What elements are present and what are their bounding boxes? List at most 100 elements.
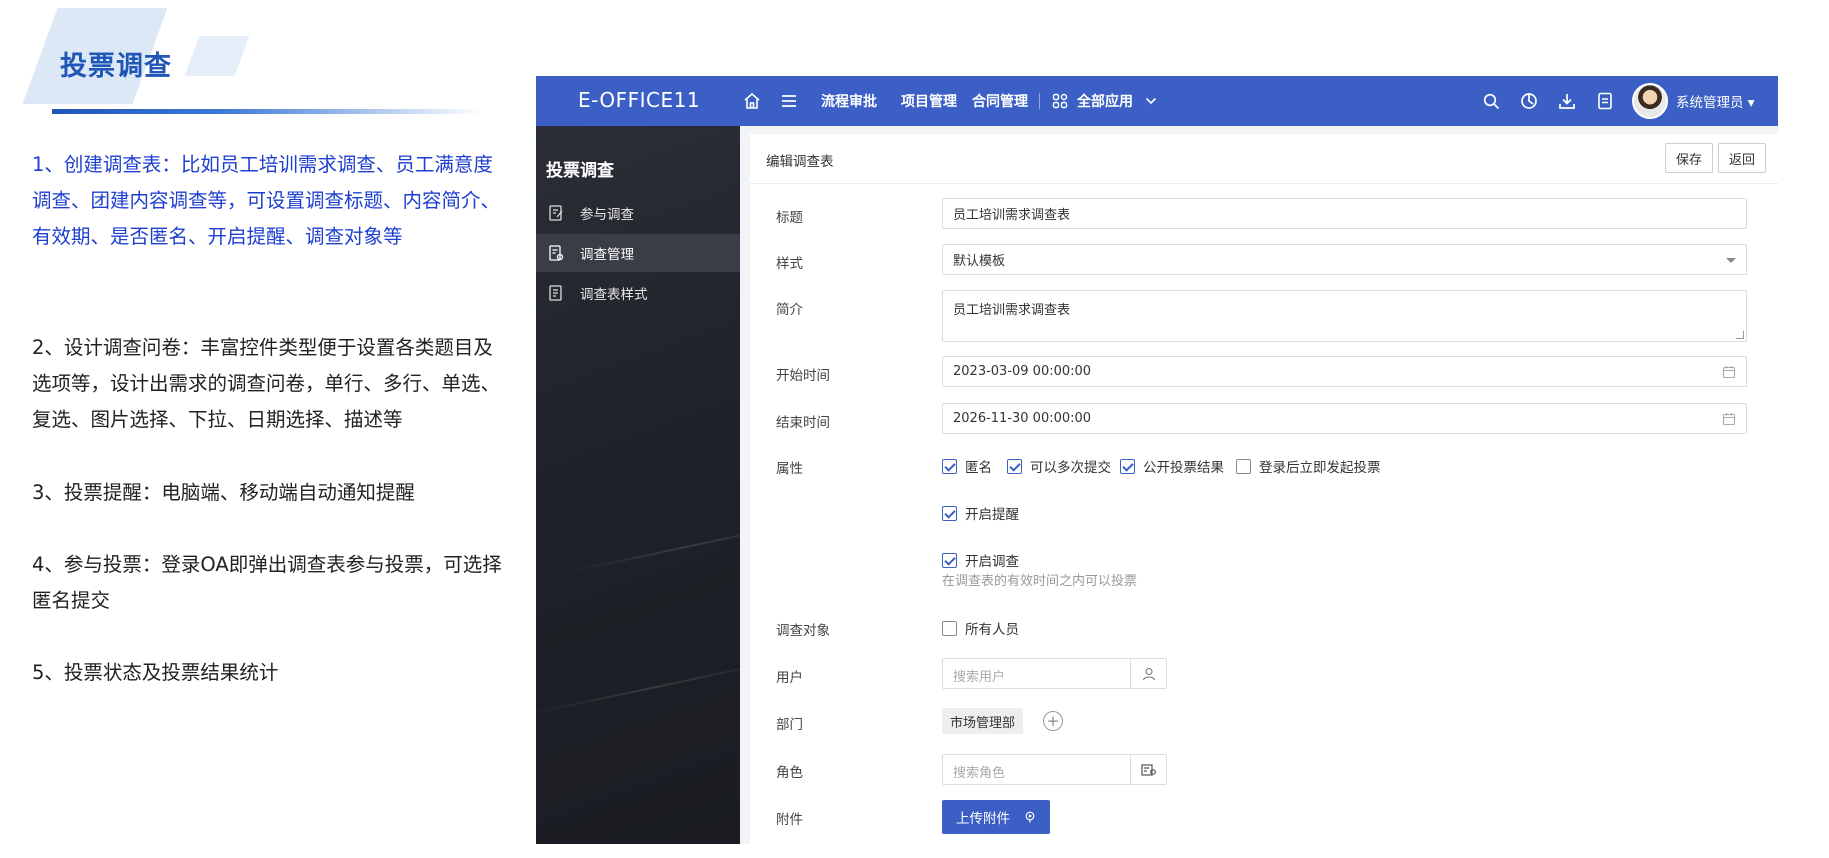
decor-shape: [184, 36, 250, 76]
checkbox-public-results[interactable]: 公开投票结果: [1120, 456, 1224, 476]
sidebar-item-survey-style[interactable]: 调查表样式: [536, 274, 740, 312]
page-title: 投票调查: [60, 51, 172, 82]
sidebar-item-join-survey[interactable]: 参与调查: [536, 194, 740, 232]
checkbox-checked-icon: [942, 505, 957, 521]
field-label: 用户: [776, 670, 803, 686]
end-time-input[interactable]: 2026-11-30 00:00:00: [942, 403, 1747, 434]
power-icon[interactable]: [1516, 88, 1542, 114]
end-time-value: 2026-11-30 00:00:00: [953, 411, 1092, 426]
title-input[interactable]: 员工培训需求调查表: [942, 198, 1747, 229]
add-dept-icon[interactable]: +: [1043, 711, 1063, 731]
nav-link-contracts[interactable]: 合同管理: [972, 91, 1028, 111]
start-time-value: 2023-03-09 00:00:00: [953, 364, 1092, 379]
app-window: E-OFFICE11 流程审批 项目管理 合同管理 全部应用 系统管理员 ▾ 投…: [536, 76, 1778, 844]
field-label: 调查对象: [776, 623, 830, 639]
caret-down-icon: [1726, 258, 1736, 263]
field-label: 部门: [776, 717, 803, 733]
home-icon[interactable]: [739, 88, 765, 114]
intro-textarea[interactable]: 员工培训需求调查表: [942, 290, 1747, 342]
placeholder-text: 搜索角色: [953, 766, 1006, 781]
role-picker-icon[interactable]: [1130, 755, 1166, 784]
upload-attachment-button[interactable]: 上传附件: [942, 800, 1050, 834]
sidebar-item-label: 调查管理: [580, 247, 634, 263]
role-search-input[interactable]: 搜索角色: [942, 754, 1167, 785]
checkbox-checked-icon: [1120, 458, 1135, 474]
checkbox-label: 匿名: [965, 460, 992, 476]
edit-form-icon: [548, 205, 564, 221]
field-label: 角色: [776, 765, 803, 781]
checkbox-vote-on-login[interactable]: 登录后立即发起投票: [1236, 456, 1381, 476]
checkbox-label: 可以多次提交: [1030, 460, 1111, 476]
search-icon[interactable]: [1478, 88, 1504, 114]
attachment-icon: [1024, 811, 1036, 823]
checkbox-unchecked-icon: [942, 620, 957, 636]
field-label: 开始时间: [776, 368, 830, 384]
help-text: 在调查表的有效时间之内可以投票: [942, 574, 1138, 589]
decor-streak: [536, 656, 740, 718]
checkbox-all-people[interactable]: 所有人员: [942, 618, 1019, 638]
title-value: 员工培训需求调查表: [953, 208, 1071, 223]
user-name: 系统管理员: [1676, 95, 1744, 111]
style-form-icon: [548, 285, 564, 301]
sidebar-title: 投票调查: [546, 161, 614, 181]
field-label: 属性: [776, 461, 803, 477]
field-label: 附件: [776, 812, 803, 828]
feature-description: 5、投票状态及投票结果统计: [32, 661, 279, 684]
user-search-input[interactable]: 搜索用户: [942, 658, 1167, 689]
checkbox-checked-icon: [942, 552, 957, 568]
upload-label: 上传附件: [956, 811, 1010, 827]
checkbox-anonymous[interactable]: 匿名: [942, 456, 992, 476]
user-menu[interactable]: 系统管理员 ▾: [1676, 91, 1755, 111]
checkbox-checked-icon: [942, 458, 957, 474]
apps-grid-icon[interactable]: [1047, 88, 1073, 114]
calendar-icon[interactable]: [1722, 365, 1736, 379]
field-label: 简介: [776, 302, 803, 318]
nav-link-workflow[interactable]: 流程审批: [821, 91, 877, 111]
checkbox-label: 登录后立即发起投票: [1259, 460, 1381, 476]
form-title: 编辑调查表: [766, 154, 834, 170]
back-button[interactable]: 返回: [1718, 143, 1767, 173]
save-button[interactable]: 保存: [1665, 143, 1714, 173]
dept-tag[interactable]: 市场管理部: [942, 708, 1024, 734]
checkbox-multi-submit[interactable]: 可以多次提交: [1007, 456, 1111, 476]
manage-form-icon: [548, 245, 564, 261]
title-underline: [52, 109, 482, 114]
document-icon[interactable]: [1592, 88, 1618, 114]
feature-description: 4、参与投票：登录OA即弹出调查表参与投票，可选择匿名提交: [32, 553, 502, 612]
download-icon[interactable]: [1554, 88, 1580, 114]
brand-logo[interactable]: E-OFFICE11: [578, 88, 700, 112]
checkbox-checked-icon: [1007, 458, 1022, 474]
chevron-down-icon[interactable]: [1138, 88, 1164, 114]
edit-survey-form: 编辑调查表 保存 返回 标题 员工培训需求调查表 样式 默认模板 简介 员工培训…: [750, 134, 1778, 844]
nav-divider: [1039, 93, 1040, 109]
menu-icon[interactable]: [776, 88, 802, 114]
avatar[interactable]: [1632, 83, 1668, 119]
feature-description: 3、投票提醒：电脑端、移动端自动通知提醒: [32, 481, 415, 504]
style-value: 默认模板: [953, 254, 1006, 269]
user-picker-icon[interactable]: [1130, 659, 1166, 688]
form-header: 编辑调查表 保存 返回: [750, 134, 1778, 184]
feature-description: 1、创建调查表：比如员工培训需求调查、员工满意度调查、团建内容调查等，可设置调查…: [32, 153, 501, 248]
checkbox-label: 开启调查: [965, 554, 1019, 570]
checkbox-label: 所有人员: [965, 622, 1019, 638]
sidebar: 投票调查 参与调查 调查管理 调查表样式: [536, 126, 740, 844]
decor-streak: [558, 518, 740, 576]
feature-description: 2、设计调查问卷：丰富控件类型便于设置各类题目及选项等，设计出需求的调查问卷，单…: [32, 336, 501, 431]
field-label: 结束时间: [776, 415, 830, 431]
resize-handle-icon[interactable]: [1736, 331, 1744, 339]
field-label: 样式: [776, 256, 803, 272]
calendar-icon[interactable]: [1722, 412, 1736, 426]
checkbox-enable-reminder[interactable]: 开启提醒: [942, 503, 1019, 523]
style-select[interactable]: 默认模板: [942, 244, 1747, 275]
start-time-input[interactable]: 2023-03-09 00:00:00: [942, 356, 1747, 387]
nav-link-all-apps[interactable]: 全部应用: [1077, 91, 1133, 111]
checkbox-label: 公开投票结果: [1143, 460, 1224, 476]
checkbox-unchecked-icon: [1236, 458, 1251, 474]
checkbox-label: 开启提醒: [965, 507, 1019, 523]
checkbox-enable-survey[interactable]: 开启调查: [942, 550, 1019, 570]
nav-link-projects[interactable]: 项目管理: [901, 91, 957, 111]
top-navbar: E-OFFICE11 流程审批 项目管理 合同管理 全部应用 系统管理员 ▾: [536, 76, 1778, 126]
sidebar-item-survey-manage[interactable]: 调查管理: [536, 234, 740, 272]
sidebar-item-label: 调查表样式: [580, 287, 648, 303]
placeholder-text: 搜索用户: [953, 670, 1006, 685]
